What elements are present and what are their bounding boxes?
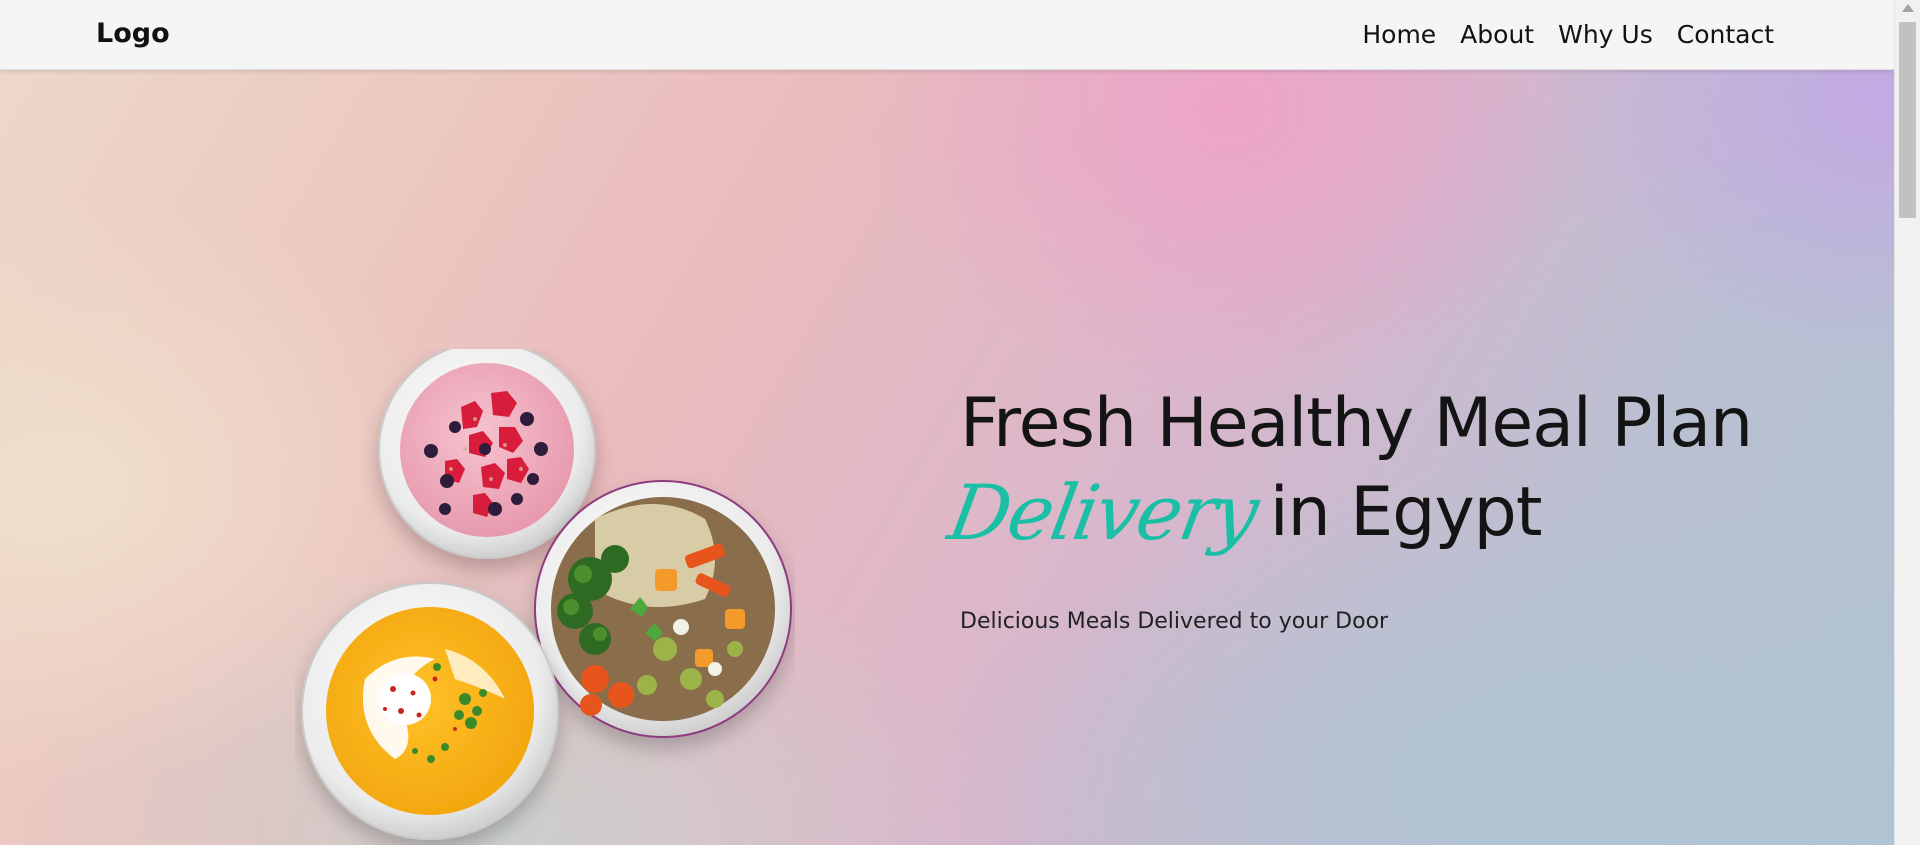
hero-section: Fresh Healthy Meal Plan Deliveryin Egypt… xyxy=(0,69,1895,845)
nav-item-why-us: Why Us xyxy=(1558,20,1653,49)
nav-link-about[interactable]: About xyxy=(1460,20,1534,49)
scrollbar-thumb[interactable] xyxy=(1899,22,1916,218)
nav-link-home[interactable]: Home xyxy=(1362,20,1436,49)
berry-smoothie-bowl xyxy=(378,349,596,559)
headline-line-2-rest: in Egypt xyxy=(1269,473,1543,552)
logo[interactable]: Logo xyxy=(96,18,170,49)
nav-item-contact: Contact xyxy=(1677,20,1774,49)
hero-subheadline: Delicious Meals Delivered to your Door xyxy=(960,609,1389,634)
headline-line-1: Fresh Healthy Meal Plan xyxy=(960,384,1753,463)
page-scrollbar[interactable] xyxy=(1894,0,1920,845)
scroll-up-arrow-icon[interactable] xyxy=(1902,4,1914,12)
pumpkin-soup-bowl xyxy=(301,582,559,840)
nav-item-about: About xyxy=(1460,20,1534,49)
headline-script-word: Delivery xyxy=(942,468,1264,557)
nav-link-why-us[interactable]: Why Us xyxy=(1558,20,1653,49)
nav-links: Home About Why Us Contact xyxy=(1362,20,1774,49)
top-navbar: Logo Home About Why Us Contact xyxy=(0,0,1895,70)
nav-link-contact[interactable]: Contact xyxy=(1677,20,1774,49)
food-bowls-image xyxy=(301,349,792,840)
headline-line-2: Deliveryin Egypt xyxy=(942,468,1752,568)
vegetable-grain-bowl xyxy=(534,480,792,738)
hero-headline: Fresh Healthy Meal Plan Deliveryin Egypt xyxy=(942,384,1753,568)
nav-item-home: Home xyxy=(1362,20,1436,49)
